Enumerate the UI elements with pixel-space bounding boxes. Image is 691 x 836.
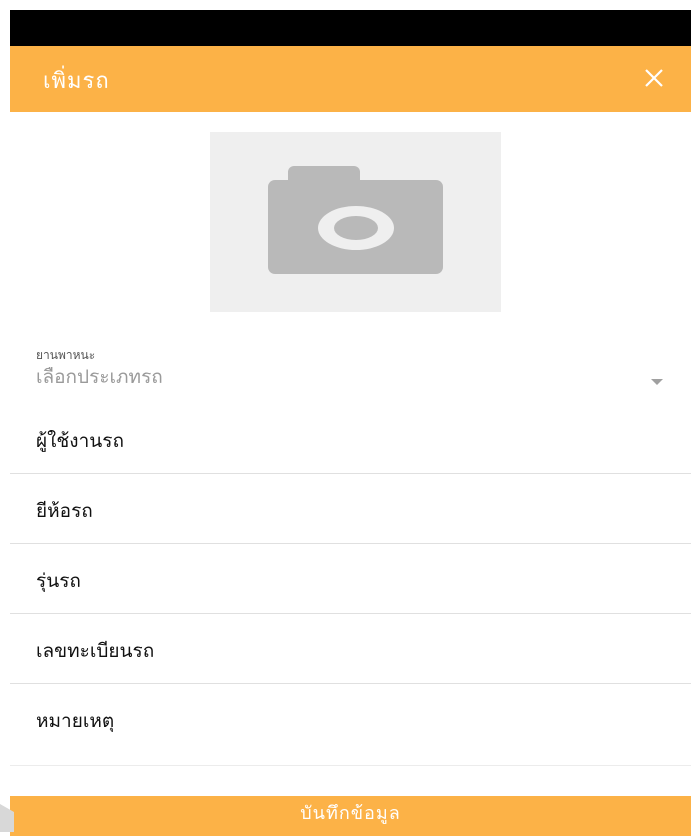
- vehicle-model-placeholder: รุ่นรถ: [36, 570, 81, 592]
- divider: [10, 765, 691, 766]
- vehicle-type-placeholder: เลือกประเภทรถ: [36, 366, 163, 388]
- license-plate-placeholder: เลขทะเบียนรถ: [36, 640, 155, 662]
- chevron-down-icon: [651, 379, 663, 385]
- camera-icon: [268, 166, 443, 274]
- vehicle-type-select[interactable]: ยานพาหนะ เลือกประเภทรถ: [10, 340, 691, 398]
- app-header: เพิ่มรถ: [10, 46, 691, 112]
- save-button[interactable]: บันทึกข้อมูล: [10, 796, 691, 836]
- page-title: เพิ่มรถ: [43, 69, 110, 94]
- vehicle-photo-picker[interactable]: [210, 132, 501, 312]
- status-bar: [10, 10, 691, 46]
- vehicle-model-field[interactable]: รุ่นรถ: [10, 544, 691, 614]
- decorative-corner: [0, 804, 14, 832]
- vehicle-brand-field[interactable]: ยีห้อรถ: [10, 474, 691, 544]
- vehicle-brand-placeholder: ยีห้อรถ: [36, 500, 93, 522]
- vehicle-user-placeholder: ผู้ใช้งานรถ: [36, 430, 124, 452]
- remarks-field[interactable]: หมายเหตุ: [10, 684, 691, 754]
- license-plate-field[interactable]: เลขทะเบียนรถ: [10, 614, 691, 684]
- vehicle-user-field[interactable]: ผู้ใช้งานรถ: [10, 404, 691, 474]
- close-icon[interactable]: [641, 65, 667, 91]
- remarks-placeholder: หมายเหตุ: [36, 710, 115, 732]
